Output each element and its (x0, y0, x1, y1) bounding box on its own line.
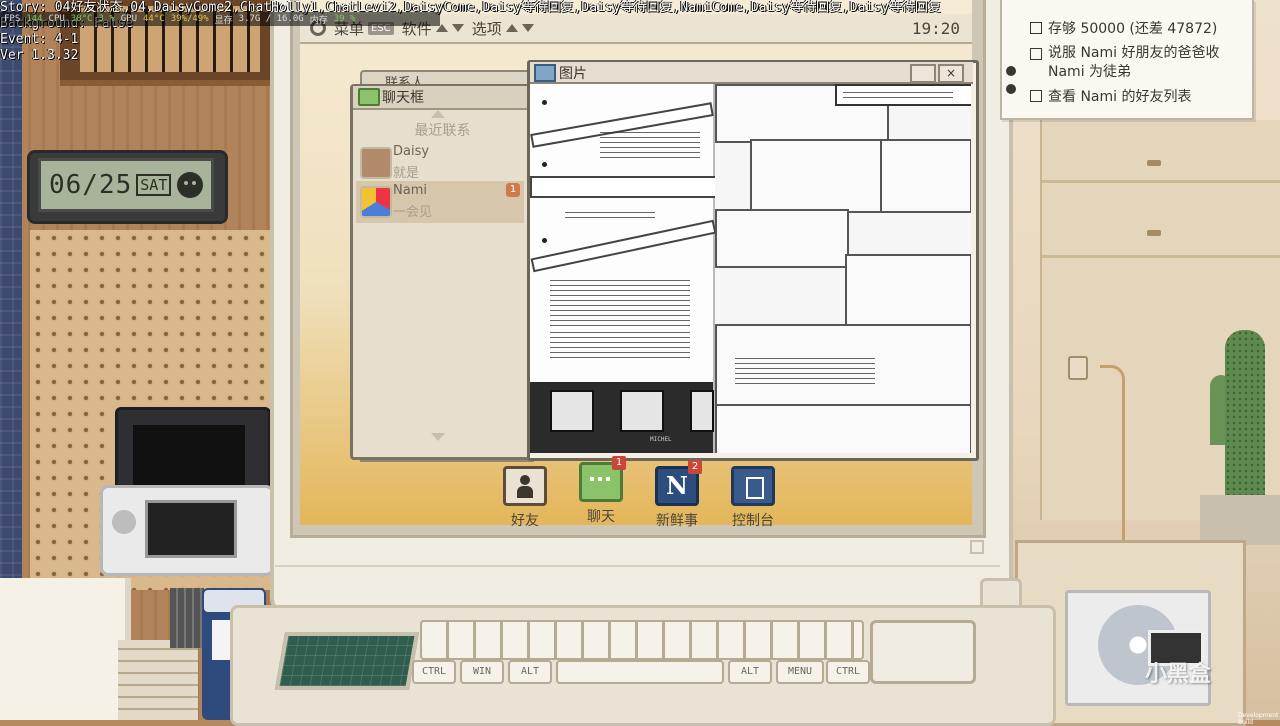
fps-value: 144 (26, 14, 43, 24)
chat-window-title: 聊天框 (382, 90, 424, 106)
plant-pot (1200, 495, 1280, 545)
cpu-load: 3 % (98, 14, 115, 24)
contact-item-daisy[interactable]: Daisy 就是 (356, 142, 524, 184)
dev-build-label: Development Build (1238, 712, 1279, 726)
pin-icon (1004, 64, 1018, 78)
ctrl-key[interactable]: CTRL (412, 660, 456, 684)
dock-label: 新鲜事 (656, 513, 698, 529)
vram-usage: 3.7G / 16.0G (238, 14, 304, 24)
comic-left-page: MICHEL (530, 84, 717, 453)
gpu-temp: 44°C (143, 14, 165, 24)
task-list-panel: 存够 50000 (还差 47872) 说服 Nami 好朋友的爸爸收 Nami… (1000, 0, 1254, 120)
bottles (170, 588, 204, 648)
clock-date: 06/25 (49, 170, 133, 200)
trackpad[interactable] (870, 620, 976, 684)
debug-event: Event: 4-1 (0, 32, 79, 47)
recent-contacts-header: 最近联系 (414, 123, 471, 139)
keyboard-mini-screen (274, 632, 420, 690)
task-text: 说服 Nami 好朋友的爸爸收 Nami 为徒弟 (1048, 45, 1220, 80)
gpu-load: 39%/49% (170, 14, 209, 24)
chat-window-titlebar[interactable] (353, 86, 535, 110)
handheld-top-screen (133, 425, 245, 487)
performance-overlay: FPS 144 CPU 38°C 3 % GPU 44°C 39%/49% 显存… (0, 12, 440, 26)
monitor-led-icon (970, 540, 984, 554)
dock-news[interactable]: N 2 新鲜事 (642, 460, 712, 530)
task-text: 查看 Nami 的好友列表 (1048, 89, 1192, 105)
comic-right-page (715, 84, 971, 453)
dock-console[interactable]: 控制台 (718, 466, 788, 530)
friends-icon (503, 466, 547, 506)
unread-badge: 1 (506, 183, 520, 197)
task-item[interactable]: 存够 50000 (还差 47872) (1030, 18, 1217, 38)
cpu-temp: 38°C (70, 14, 93, 24)
mug (0, 578, 131, 720)
pin-icon (1004, 82, 1018, 96)
comic-caption: MICHEL (650, 436, 672, 443)
scroll-up-icon[interactable] (431, 110, 445, 118)
comic-image: MICHEL (530, 84, 971, 453)
clock-day: SAT (136, 174, 172, 196)
task-text: 存够 50000 (还差 47872) (1048, 21, 1218, 37)
dock-chat[interactable]: 1 聊天 (566, 456, 636, 526)
options-menu[interactable]: 选项 (472, 18, 502, 39)
win-key[interactable]: WIN (460, 660, 504, 684)
news-badge: 2 (688, 460, 702, 474)
dock-label: 控制台 (732, 513, 774, 529)
arrow-up-icon[interactable] (505, 24, 518, 32)
ctrl-key[interactable]: CTRL (826, 660, 870, 684)
dock-label: 聊天 (587, 509, 615, 525)
alt-key[interactable]: ALT (728, 660, 772, 684)
dpad-icon (112, 510, 136, 534)
chat-badge: 1 (612, 456, 626, 470)
ram-usage: 39 % (333, 14, 356, 24)
checkbox-icon[interactable] (1030, 90, 1042, 102)
close-button[interactable]: × (938, 64, 964, 83)
image-icon (534, 64, 556, 82)
task-item[interactable]: 说服 Nami 好朋友的爸爸收 Nami 为徒弟 (1030, 44, 1219, 82)
monitor-chin-line (275, 565, 1000, 567)
arrow-down-icon[interactable] (521, 24, 534, 32)
smiley-icon (177, 172, 204, 198)
contact-last-message: 一会见 (393, 205, 433, 220)
dock-friends[interactable]: 好友 (490, 466, 560, 530)
console-icon (731, 466, 775, 506)
system-clock: 19:20 (911, 18, 960, 38)
watermark: 小黑盒 (1145, 662, 1212, 687)
clock-display: 06/25 SAT (38, 158, 214, 212)
keyboard-keys[interactable] (420, 620, 864, 660)
cactus-plant (1225, 330, 1265, 510)
contact-name: Daisy (393, 144, 430, 159)
dock-label: 好友 (511, 513, 539, 529)
chat-bubble-icon (358, 88, 380, 106)
book-stack (118, 640, 198, 720)
menu-key[interactable]: MENU (776, 660, 824, 684)
contact-name: Nami (393, 183, 427, 198)
comic-strip: MICHEL (530, 382, 714, 453)
contact-last-message: 就是 (393, 166, 420, 181)
spacebar-key[interactable] (556, 660, 724, 684)
contact-item-nami[interactable]: Nami 一会见 1 (356, 181, 524, 223)
maximize-button[interactable] (910, 64, 936, 83)
arrow-down-icon[interactable] (451, 24, 464, 32)
picture-window-titlebar[interactable] (530, 62, 973, 84)
checkbox-icon[interactable] (1030, 22, 1042, 34)
power-cable (1100, 365, 1125, 558)
wall-outlet (1068, 356, 1088, 380)
chat-window[interactable] (350, 84, 541, 460)
debug-version: Ver 1.3.32 (0, 48, 79, 63)
task-item[interactable]: 查看 Nami 的好友列表 (1030, 86, 1191, 106)
avatar (360, 186, 392, 218)
checkbox-icon[interactable] (1030, 48, 1042, 60)
alt-key[interactable]: ALT (508, 660, 552, 684)
scroll-down-icon[interactable] (431, 433, 445, 441)
handheld-bottom-screen (145, 500, 237, 558)
picture-window-title: 图片 (559, 66, 587, 82)
avatar (360, 147, 392, 179)
